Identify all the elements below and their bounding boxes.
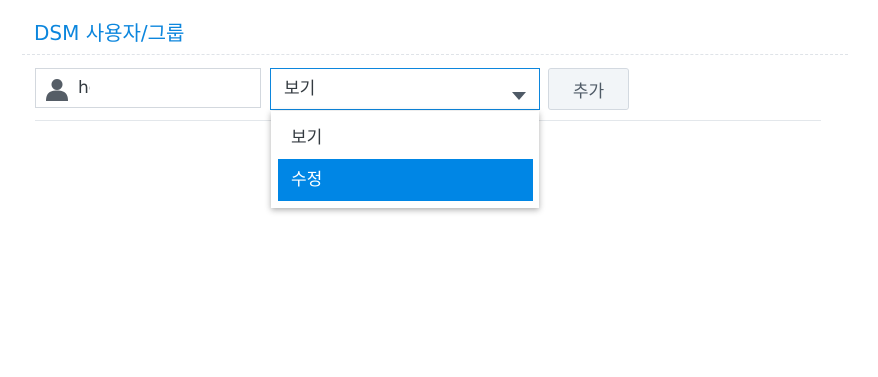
user-input[interactable] [78, 70, 90, 106]
title-divider [22, 54, 848, 55]
permission-select[interactable]: 보기 [270, 68, 540, 110]
dropdown-option-view[interactable]: 보기 [278, 117, 533, 159]
dropdown-option-edit[interactable]: 수정 [278, 159, 533, 201]
permission-panel: DSM 사용자/그룹 보기 추가 보기 수정 [0, 0, 878, 377]
permission-select-value: 보기 [284, 79, 316, 99]
user-icon [45, 77, 69, 101]
permission-dropdown-menu: 보기 수정 [271, 111, 539, 208]
add-button[interactable]: 추가 [548, 68, 629, 110]
chevron-down-icon [512, 85, 526, 100]
section-title: DSM 사용자/그룹 [34, 21, 185, 45]
user-search-field[interactable] [35, 68, 261, 108]
